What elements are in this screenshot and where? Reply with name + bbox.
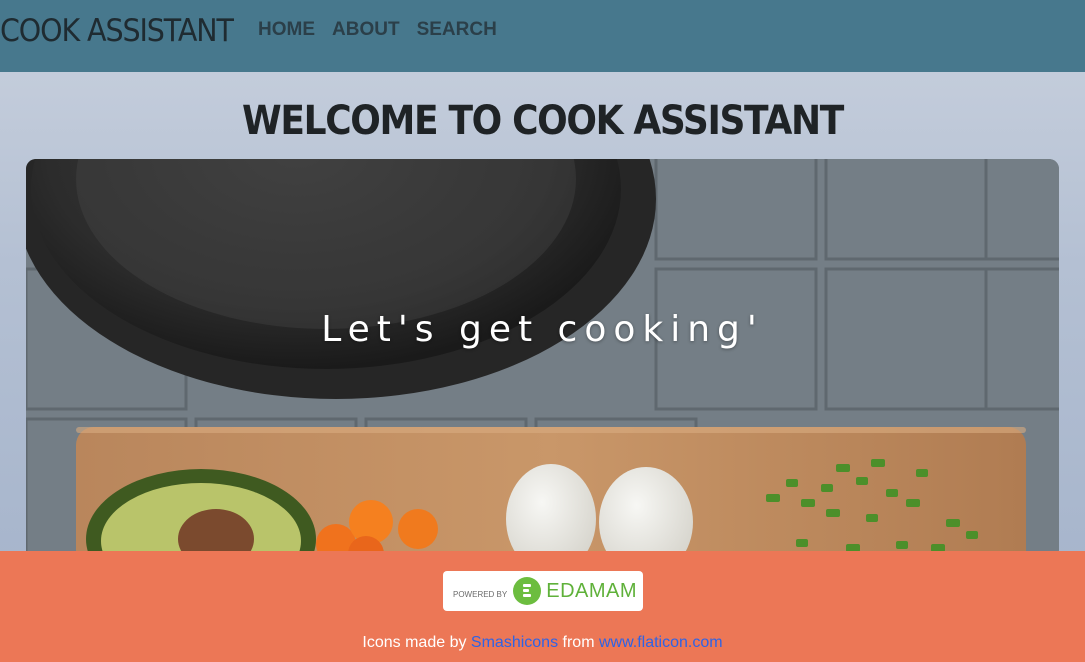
flaticon-link[interactable]: www.flaticon.com: [599, 634, 723, 651]
navbar: COOK ASSISTANT HOME ABOUT SEARCH: [0, 0, 1085, 72]
footer: POWERED BY EDAMAM Icons made by Smashico…: [0, 551, 1085, 662]
powered-by-label: POWERED BY: [453, 590, 508, 599]
credits-middle: from: [562, 634, 595, 651]
page-title: WELCOME TO COOK ASSISTANT: [242, 98, 844, 144]
edamam-badge[interactable]: POWERED BY EDAMAM: [443, 571, 643, 611]
icon-credits: Icons made by Smashicons from www.flatic…: [0, 634, 1085, 652]
nav-about-link[interactable]: ABOUT: [332, 19, 400, 41]
nav-home-link[interactable]: HOME: [258, 19, 315, 41]
smashicons-link[interactable]: Smashicons: [471, 634, 558, 651]
credits-prefix: Icons made by: [362, 634, 467, 651]
nav-search-link[interactable]: SEARCH: [417, 19, 497, 41]
hero-image: Let's get cooking': [26, 159, 1059, 559]
hero-tagline: Let's get cooking': [321, 309, 764, 350]
edamam-brand: EDAMAM: [546, 579, 638, 602]
brand-title[interactable]: COOK ASSISTANT: [0, 13, 234, 49]
hero-illustration: [26, 159, 1059, 559]
edamam-logo-icon: [513, 577, 542, 605]
nav-links: HOME ABOUT SEARCH: [258, 19, 497, 41]
